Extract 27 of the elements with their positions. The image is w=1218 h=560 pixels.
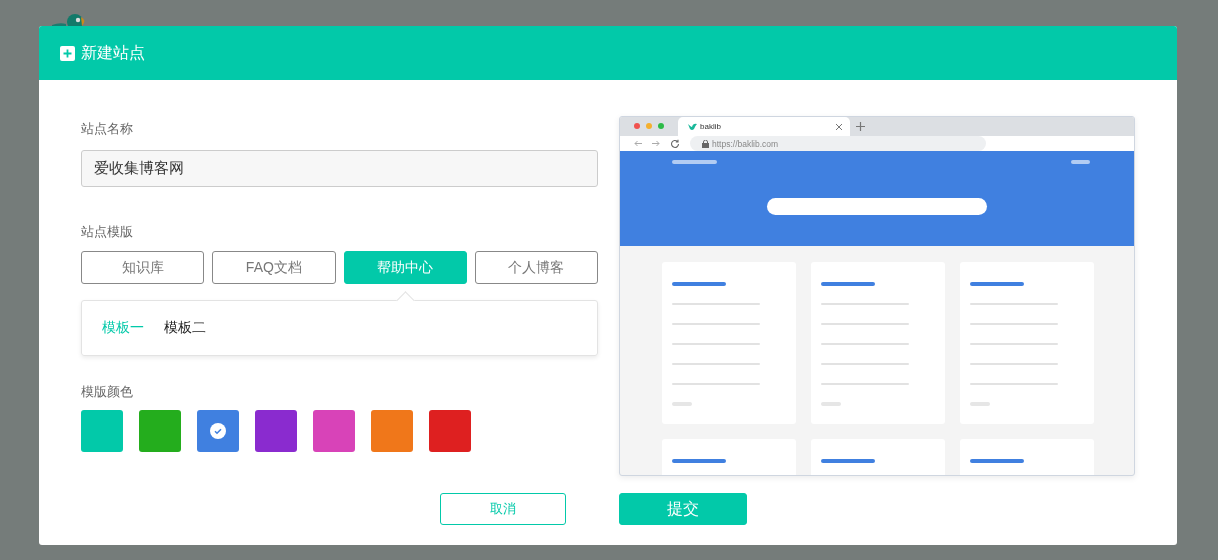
field-label: 站点名称: [81, 120, 134, 138]
plus-icon: [856, 122, 865, 131]
color-swatch[interactable]: [313, 410, 355, 452]
color-swatch[interactable]: [81, 410, 123, 452]
color-swatch[interactable]: [429, 410, 471, 452]
color-swatch[interactable]: [255, 410, 297, 452]
color-swatch[interactable]: [371, 410, 413, 452]
field-label: 站点模版: [81, 223, 134, 241]
forward-icon: [652, 140, 660, 147]
back-icon: [634, 140, 642, 147]
reload-icon: [670, 138, 680, 149]
site-name-field[interactable]: 爱收集博客网: [81, 150, 598, 187]
lock-icon: [702, 139, 709, 148]
field-label: 模版颜色: [81, 383, 134, 401]
variant-option[interactable]: 模板二: [164, 319, 206, 337]
color-swatch[interactable]: [197, 410, 239, 452]
template-tab[interactable]: FAQ文档: [212, 251, 336, 284]
add-icon: [60, 45, 75, 61]
close-icon: [836, 123, 842, 130]
url-text: https://baklib.com: [712, 138, 779, 149]
bird-icon: [688, 122, 697, 131]
color-swatch[interactable]: [139, 410, 181, 452]
template-tab[interactable]: 知识库: [81, 251, 205, 284]
check-icon: [210, 423, 226, 439]
dialog-title: 新建站点: [81, 42, 145, 63]
browser-tab-title: baklib: [700, 122, 722, 131]
template-tab[interactable]: 个人博客: [474, 251, 598, 284]
